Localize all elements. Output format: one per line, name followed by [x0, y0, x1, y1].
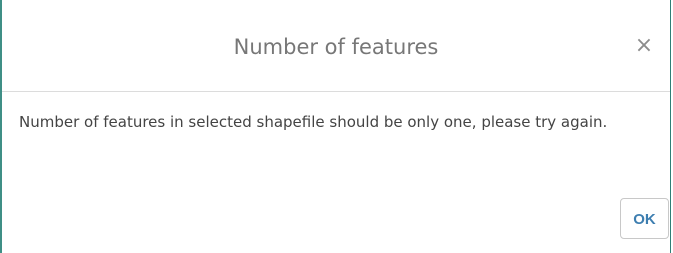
dialog-header: Number of features × [2, 0, 670, 92]
modal-dialog: Number of features × Number of features … [0, 0, 671, 253]
dialog-message: Number of features in selected shapefile… [19, 113, 608, 131]
ok-button[interactable]: OK [620, 198, 669, 239]
dialog-title: Number of features [233, 35, 439, 59]
close-icon[interactable]: × [632, 34, 656, 58]
